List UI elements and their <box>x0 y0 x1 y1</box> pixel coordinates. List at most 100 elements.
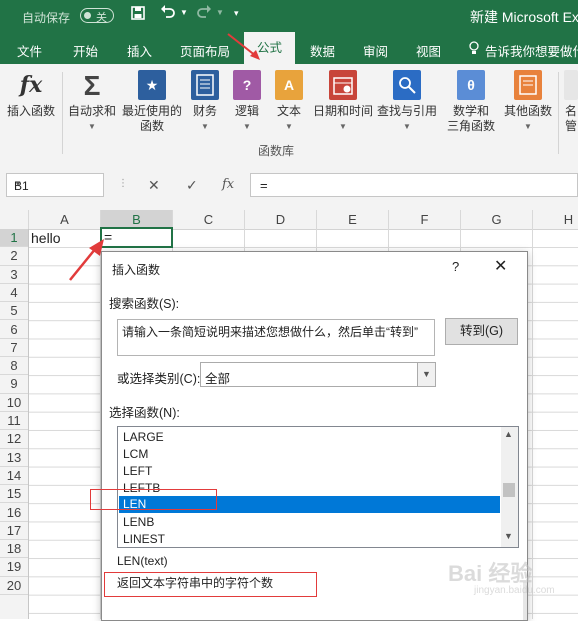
tell-me-search[interactable]: 告诉我你想要做什 <box>485 41 578 60</box>
select-function-label: 选择函数(N): <box>109 406 180 420</box>
more-functions-label: 其他函数 <box>503 104 552 118</box>
list-item[interactable]: LENB <box>119 514 500 531</box>
column-header-g[interactable]: G <box>461 210 533 229</box>
search-function-input[interactable]: 请输入一条简短说明来描述您想做什么，然后单击“转到” <box>117 319 435 356</box>
function-list-scrollbar[interactable]: ▲ ▼ <box>501 427 518 547</box>
column-header-h[interactable]: H <box>533 210 578 229</box>
row-header[interactable]: 17 <box>0 522 28 541</box>
financial-icon <box>191 70 219 100</box>
tab-file[interactable]: 文件 <box>17 41 42 60</box>
row-header[interactable]: 1 <box>0 229 28 248</box>
column-header-a[interactable]: A <box>29 210 101 229</box>
math-trig-button[interactable]: θ 数学和 三角函数 <box>441 70 501 134</box>
autosave-toggle[interactable]: 关 <box>80 8 114 24</box>
text-functions-button[interactable]: A 文本 ▼ <box>272 70 306 134</box>
chevron-down-icon: ▼ <box>285 122 293 131</box>
financial-button[interactable]: 财务 ▼ <box>187 70 223 134</box>
cell-b1-active[interactable]: = <box>100 227 173 248</box>
logical-icon: ? <box>233 70 261 100</box>
row-header[interactable]: 5 <box>0 302 28 321</box>
row-header[interactable]: 7 <box>0 339 28 358</box>
ribbon-formulas: fx 插入函数 Σ 自动求和 ▼ ★ 最近使用的 函数 财务 ▼ ? 逻辑 ▼ … <box>0 64 578 163</box>
row-header[interactable]: 10 <box>0 394 28 412</box>
calendar-icon <box>329 70 357 100</box>
undo-dropdown-icon[interactable]: ▼ <box>180 8 188 17</box>
chevron-down-icon: ▼ <box>417 363 435 386</box>
recent-label-2: 函数 <box>139 119 164 133</box>
autosave-label: 自动保存 <box>22 11 71 25</box>
help-icon[interactable]: ? <box>452 259 459 274</box>
lookup-button[interactable]: 查找与引用 ▼ <box>376 70 438 134</box>
scroll-up-icon[interactable]: ▲ <box>504 429 513 439</box>
row-header[interactable]: 16 <box>0 504 28 522</box>
insert-function-button[interactable]: fx 插入函数 <box>4 70 58 119</box>
undo-icon[interactable] <box>160 4 176 25</box>
row-header[interactable]: 9 <box>0 375 28 394</box>
row-header[interactable]: 13 <box>0 449 28 467</box>
tab-home[interactable]: 开始 <box>73 41 98 60</box>
column-header-d[interactable]: D <box>245 210 317 229</box>
tab-page-layout[interactable]: 页面布局 <box>180 41 230 60</box>
row-header[interactable]: 8 <box>0 357 28 376</box>
name-manager-label-1: 名 <box>564 104 577 118</box>
autosum-button[interactable]: Σ 自动求和 ▼ <box>66 70 118 134</box>
search-function-text: 请输入一条简短说明来描述您想做什么，然后单击“转到” <box>122 325 418 339</box>
row-header[interactable]: 6 <box>0 321 28 339</box>
row-header[interactable]: 19 <box>0 558 28 577</box>
more-functions-button[interactable]: 其他函数 ▼ <box>502 70 554 134</box>
tab-data[interactable]: 数据 <box>310 41 335 60</box>
financial-label: 财务 <box>192 104 217 118</box>
logical-button[interactable]: ? 逻辑 ▼ <box>230 70 264 134</box>
row-header[interactable]: 2 <box>0 247 28 266</box>
cancel-icon[interactable]: ✕ <box>148 177 160 194</box>
list-item[interactable]: LCM <box>119 446 500 463</box>
name-manager-button[interactable]: 名 管 <box>564 70 578 134</box>
column-header-f[interactable]: F <box>389 210 461 229</box>
row-header[interactable]: 15 <box>0 485 28 504</box>
row-header[interactable]: 18 <box>0 540 28 559</box>
function-list[interactable]: LARGE LCM LEFT LEFTB LEN LENB LINEST ▲ ▼ <box>117 426 519 548</box>
annotation-box-len <box>90 489 217 510</box>
sigma-icon: Σ <box>83 69 101 101</box>
tab-insert[interactable]: 插入 <box>127 41 152 60</box>
tab-view[interactable]: 视图 <box>416 41 441 60</box>
lightbulb-icon <box>468 41 480 58</box>
tab-review[interactable]: 审阅 <box>363 41 388 60</box>
row-header[interactable]: 4 <box>0 284 28 303</box>
datetime-label: 日期和时间 <box>312 104 373 118</box>
recent-functions-button[interactable]: ★ 最近使用的 函数 <box>120 70 184 134</box>
dialog-title: 插入函数 <box>112 263 161 277</box>
fx-icon[interactable]: fx <box>222 177 234 192</box>
save-icon[interactable] <box>131 6 145 25</box>
window-title: 新建 Microsoft Exc <box>470 9 578 25</box>
select-all-corner[interactable] <box>0 210 29 229</box>
name-manager-label-2: 管 <box>564 119 577 133</box>
title-bar: 自动保存 关 ▼ ▼ ▾ 新建 Microsoft Exc <box>0 0 578 32</box>
enter-icon[interactable]: ✓ <box>186 177 198 194</box>
go-button[interactable]: 转到(G) <box>445 318 518 345</box>
redo-dropdown-icon[interactable]: ▼ <box>216 8 224 17</box>
row-header[interactable]: 11 <box>0 412 28 431</box>
scroll-down-icon[interactable]: ▼ <box>504 531 513 541</box>
customize-toolbar-icon[interactable]: ▾ <box>234 8 239 19</box>
list-item[interactable]: LARGE <box>119 429 500 446</box>
row-header[interactable]: 12 <box>0 430 28 449</box>
list-item[interactable]: LEFT <box>119 463 500 480</box>
formula-input[interactable]: = <box>250 173 578 197</box>
cell-a1[interactable]: hello <box>31 230 61 246</box>
column-header-e[interactable]: E <box>317 210 389 229</box>
chevron-down-icon: ▼ <box>339 122 347 131</box>
chevron-down-icon: ▼ <box>14 179 22 188</box>
scroll-thumb[interactable] <box>503 483 515 497</box>
row-header[interactable]: 20 <box>0 577 28 595</box>
list-item[interactable]: LINEST <box>119 531 500 547</box>
close-icon[interactable]: ✕ <box>494 256 507 276</box>
datetime-button[interactable]: 日期和时间 ▼ <box>311 70 375 134</box>
redo-icon[interactable] <box>196 4 212 25</box>
column-header-c[interactable]: C <box>173 210 245 229</box>
category-value: 全部 <box>205 372 231 386</box>
row-header[interactable]: 14 <box>0 467 28 486</box>
name-box[interactable]: B1 ▼ <box>6 173 104 197</box>
row-header[interactable]: 3 <box>0 266 28 284</box>
category-select[interactable]: 全部 ▼ <box>200 362 436 387</box>
